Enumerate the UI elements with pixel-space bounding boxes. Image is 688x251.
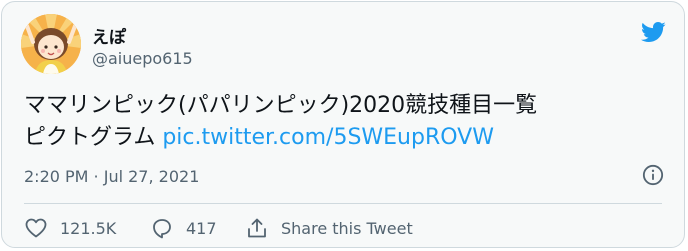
avatar[interactable] bbox=[21, 14, 81, 74]
tweet-card[interactable]: えぽ @aiuepo615 ママリンピック(パパリンピック)2020競技種目一覧… bbox=[1, 1, 685, 248]
twitter-bird-icon[interactable] bbox=[638, 19, 668, 45]
reply-bubble-icon bbox=[153, 219, 171, 239]
tweet-text-line2-text: ピクトグラム bbox=[24, 125, 156, 150]
reply-button[interactable]: 417 bbox=[150, 215, 217, 241]
like-count: 121.5K bbox=[60, 218, 117, 238]
info-icon[interactable] bbox=[642, 164, 664, 186]
share-label: Share this Tweet bbox=[281, 218, 413, 238]
heart-icon bbox=[25, 218, 47, 238]
share-button[interactable]: Share this Tweet bbox=[245, 215, 413, 241]
tweet-timestamp[interactable]: 2:20 PM · Jul 27, 2021 bbox=[24, 167, 199, 186]
tweet-text: ママリンピック(パパリンピック)2020競技種目一覧 ピクトグラム pic.tw… bbox=[24, 90, 537, 154]
divider bbox=[24, 203, 662, 204]
reply-count: 417 bbox=[186, 218, 217, 238]
tweet-text-line1: ママリンピック(パパリンピック)2020競技種目一覧 bbox=[24, 93, 538, 118]
tweet-text-line2: ピクトグラム pic.twitter.com/5SWEupROVW bbox=[24, 122, 537, 154]
tweet-media-link[interactable]: pic.twitter.com/5SWEupROVW bbox=[162, 125, 494, 150]
user-handle[interactable]: @aiuepo615 bbox=[92, 49, 193, 68]
display-name[interactable]: えぽ bbox=[92, 23, 126, 48]
share-icon bbox=[248, 218, 266, 238]
like-button[interactable]: 121.5K bbox=[24, 215, 116, 241]
